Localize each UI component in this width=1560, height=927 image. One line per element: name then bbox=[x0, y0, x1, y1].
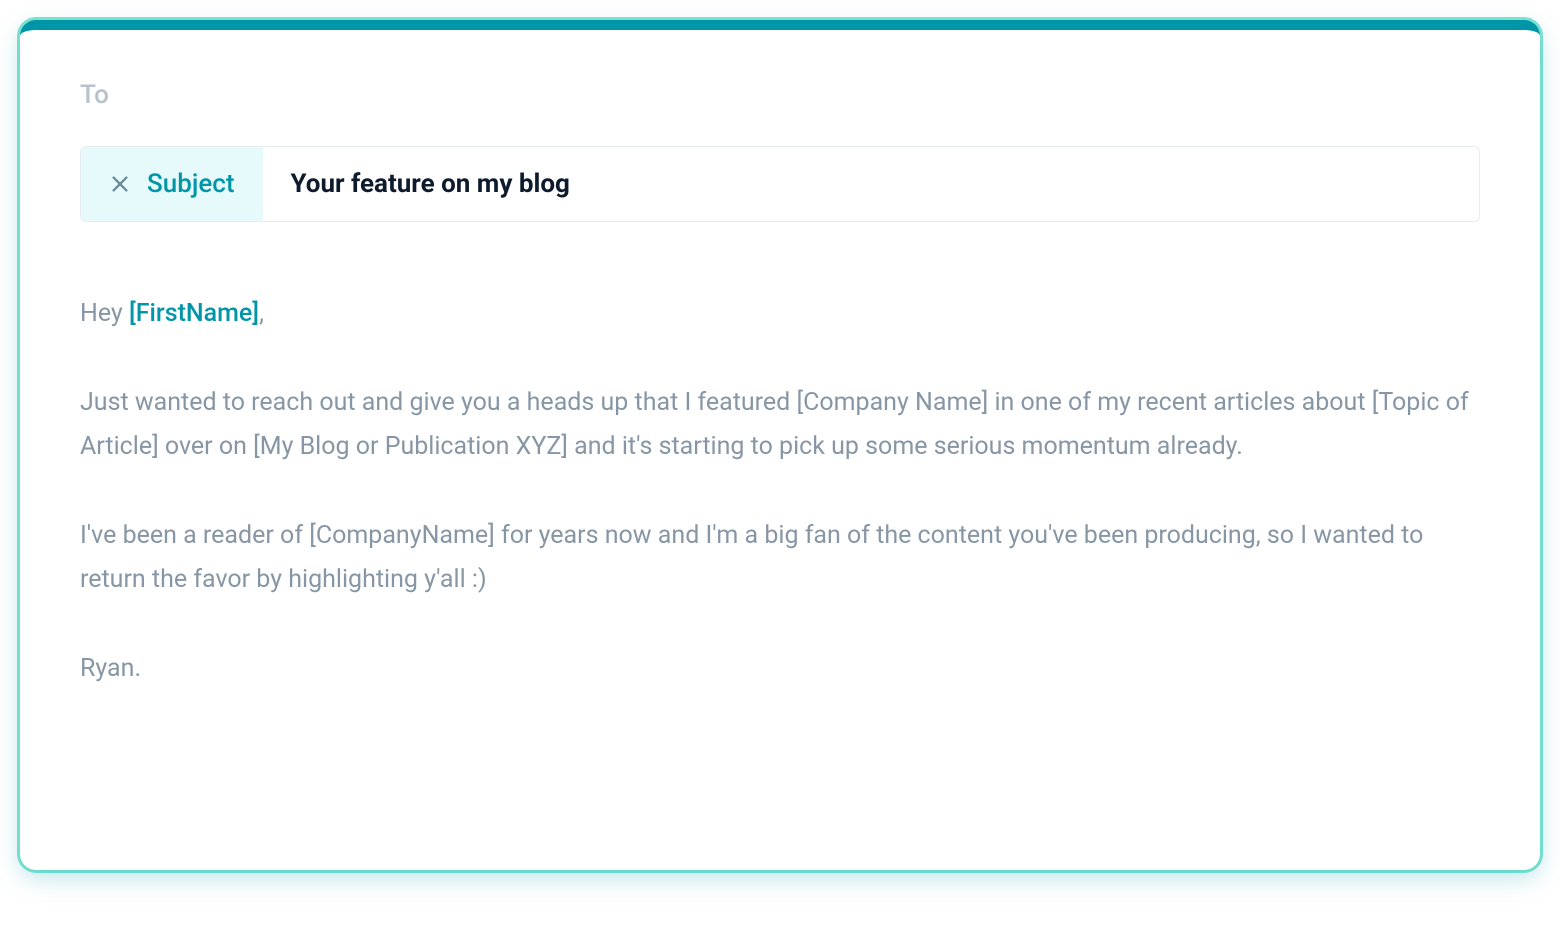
email-compose-card: To Subject Your feature on my blog Hey [… bbox=[20, 20, 1540, 870]
subject-label-wrap: Subject bbox=[81, 147, 263, 221]
signature: Ryan. bbox=[80, 647, 1480, 692]
close-icon[interactable] bbox=[109, 173, 131, 195]
body-paragraph-1: Just wanted to reach out and give you a … bbox=[80, 381, 1480, 470]
greeting-suffix: , bbox=[259, 299, 264, 328]
email-body[interactable]: Hey [FirstName], Just wanted to reach ou… bbox=[80, 292, 1480, 691]
subject-input[interactable]: Your feature on my blog bbox=[263, 147, 1480, 221]
subject-row: Subject Your feature on my blog bbox=[80, 146, 1480, 222]
greeting-prefix: Hey bbox=[80, 299, 129, 328]
greeting-line: Hey [FirstName], bbox=[80, 292, 1480, 337]
subject-label: Subject bbox=[147, 169, 235, 199]
to-field-label[interactable]: To bbox=[80, 80, 1480, 110]
body-paragraph-2: I've been a reader of [CompanyName] for … bbox=[80, 514, 1480, 603]
firstname-token: [FirstName] bbox=[129, 299, 259, 328]
